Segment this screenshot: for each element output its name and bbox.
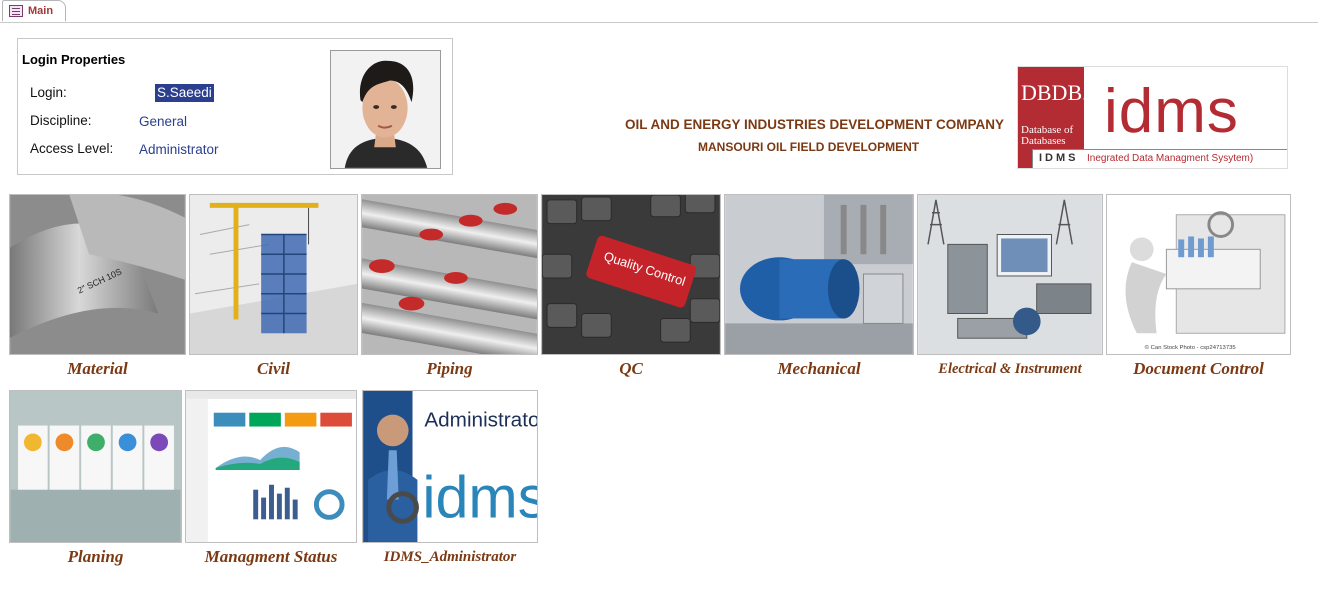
idms-administrator-tile[interactable]: Administrator idms <box>362 390 538 543</box>
dashboard-image <box>186 391 356 542</box>
material-label[interactable]: Material <box>9 359 186 379</box>
document-control-label[interactable]: Document Control <box>1106 359 1291 379</box>
idms-abbreviation: IDMS <box>1039 152 1079 164</box>
dbdb-caption: Database of Databases <box>1021 124 1074 147</box>
administrator-image: Administrator idms <box>363 391 537 542</box>
login-properties-panel: Login Properties Login: S.Saeedi Discipl… <box>17 38 453 175</box>
electrical-instrument-tile[interactable] <box>917 194 1103 355</box>
idms-tagline-bar: IDMS Inegrated Data Managment Sysytem) <box>1032 149 1287 168</box>
company-name: OIL AND ENERGY INDUSTRIES DEVELOPMENT CO… <box>625 117 1005 132</box>
idms-wordmark: idms <box>1104 77 1239 146</box>
idms-logo: DBDB.io Database of Databases idms IDMS … <box>1017 66 1288 169</box>
idms-administrator-label[interactable]: IDMS_Administrator <box>362 549 538 566</box>
login-value-field[interactable]: S.Saeedi <box>155 84 214 102</box>
login-label: Login: <box>30 85 67 100</box>
planing-label[interactable]: Planing <box>9 547 182 567</box>
login-properties-title: Login Properties <box>22 52 126 67</box>
planning-cards-image <box>10 391 181 542</box>
electrical-instrument-label[interactable]: Electrical & Instrument <box>917 361 1103 378</box>
project-name: MANSOURI OIL FIELD DEVELOPMENT <box>698 140 920 154</box>
document-control-tile[interactable]: © Can Stock Photo - csp24713735 <box>1106 194 1291 355</box>
admin-idms-text: idms <box>422 463 537 530</box>
discipline-label: Discipline: <box>30 113 92 128</box>
access-level-label: Access Level: <box>30 141 114 156</box>
dbdb-logo-text: DBDB.io <box>1021 80 1105 105</box>
user-photo <box>330 50 441 169</box>
access-level-value: Administrator <box>139 142 219 157</box>
managment-status-label[interactable]: Managment Status <box>185 547 357 567</box>
quality-control-keyboard-image: Quality Control <box>542 195 720 354</box>
managment-status-tile[interactable] <box>185 390 357 543</box>
tab-main[interactable]: Main <box>2 0 66 21</box>
planing-tile[interactable] <box>9 390 182 543</box>
tab-main-label: Main <box>28 5 54 17</box>
construction-crane-image <box>190 195 357 354</box>
pump-motor-image <box>725 195 913 354</box>
piping-tile[interactable] <box>361 194 538 355</box>
admin-title-text: Administrator <box>424 409 537 432</box>
form-icon <box>9 5 23 17</box>
civil-label[interactable]: Civil <box>189 359 358 379</box>
qc-label[interactable]: QC <box>541 359 721 379</box>
piping-label[interactable]: Piping <box>361 359 538 379</box>
civil-tile[interactable] <box>189 194 358 355</box>
qc-tile[interactable]: Quality Control <box>541 194 721 355</box>
mechanical-label[interactable]: Mechanical <box>724 359 914 379</box>
document-drawer-image: © Can Stock Photo - csp24713735 <box>1107 195 1290 354</box>
valves-image <box>362 195 537 354</box>
idms-full-name: Inegrated Data Managment Sysytem) <box>1087 153 1254 164</box>
mechanical-tile[interactable] <box>724 194 914 355</box>
discipline-value: General <box>139 114 188 129</box>
electrical-panels-image <box>918 195 1102 354</box>
pipe-fittings-image: 2" SCH 10S <box>10 195 185 354</box>
doc-watermark: © Can Stock Photo - csp24713735 <box>1145 344 1237 351</box>
material-tile[interactable]: 2" SCH 10S <box>9 194 186 355</box>
document-tab-strip: Main <box>0 0 1318 23</box>
